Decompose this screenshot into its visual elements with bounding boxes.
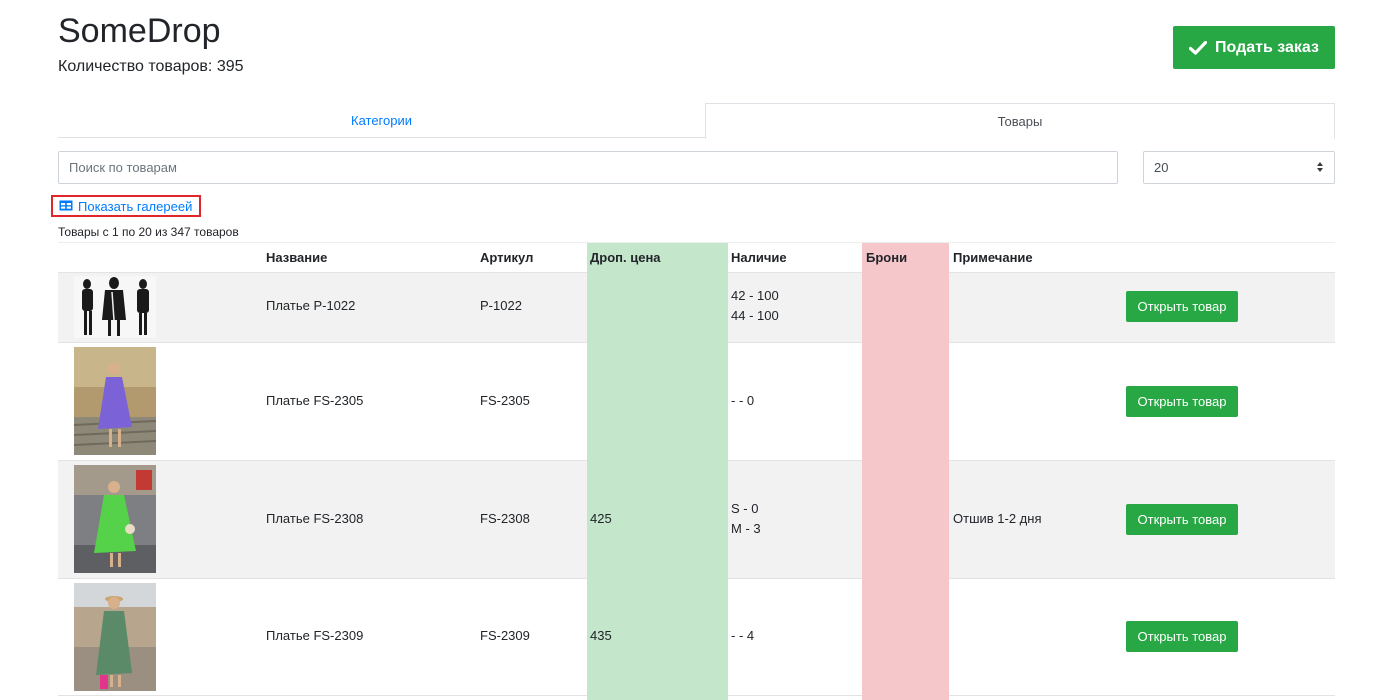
show-gallery-link[interactable]: Показать галереей [51,195,201,217]
product-name: Платье FS-2308 [266,511,364,526]
product-thumbnail[interactable] [74,583,156,691]
select-arrows-icon [1316,161,1324,176]
stock-line: M - 3 [731,521,761,536]
stock-line: - - 0 [731,393,755,408]
open-product-button[interactable]: Открыть товар [1126,386,1238,417]
tab-products[interactable]: Товары [705,103,1335,139]
open-product-button[interactable]: Открыть товар [1126,291,1238,322]
header-price: Дроп. цена [590,250,661,265]
tabs: Категории Товары [58,103,1335,139]
product-sku: FS-2309 [480,628,530,643]
checkmark-icon [1189,40,1208,55]
product-stock: 42 - 100 44 - 100 [731,286,779,326]
reserve-column-highlight [862,242,949,700]
product-thumbnail[interactable] [74,276,156,338]
product-name: Платье FS-2309 [266,628,364,643]
open-product-button[interactable]: Открыть товар [1126,621,1238,652]
product-price: 425 [590,511,612,526]
stock-line: - - 4 [731,628,755,643]
product-price: 435 [590,628,612,643]
stock-line: S - 0 [731,501,759,516]
stock-line: 42 - 100 [731,288,779,303]
product-name: Платье FS-2305 [266,393,364,408]
product-count: Количество товаров: 395 [58,58,244,75]
header-stock: Наличие [731,250,787,265]
show-gallery-label: Показать галереей [78,198,193,214]
product-thumbnail[interactable] [74,465,156,573]
table-header: Название Артикул Дроп. цена Наличие Брон… [58,242,1335,272]
search-input[interactable] [58,151,1118,184]
open-product-button[interactable]: Открыть товар [1126,504,1238,535]
app-title: SomeDrop [58,12,221,50]
product-note: Отшив 1-2 дня [953,511,1042,526]
product-sku: P-1022 [480,298,522,313]
product-stock: S - 0 M - 3 [731,499,761,539]
product-name: Платье P-1022 [266,298,356,313]
per-page-value: 20 [1154,160,1169,175]
product-stock: - - 4 [731,626,754,646]
header-sku: Артикул [480,250,534,265]
submit-order-label: Подать заказ [1215,38,1319,56]
submit-order-button[interactable]: Подать заказ [1173,26,1335,69]
product-thumbnail[interactable] [74,347,156,455]
product-sku: FS-2308 [480,511,530,526]
header-name: Название [266,250,328,265]
per-page-select[interactable]: 20 [1143,151,1335,184]
header-reserve: Брони [866,250,908,265]
range-info: Товары с 1 по 20 из 347 товаров [58,225,239,239]
tab-categories[interactable]: Категории [58,103,705,138]
product-sku: FS-2305 [480,393,530,408]
product-stock: - - 0 [731,391,754,411]
table-grid-icon [59,199,73,214]
stock-line: 44 - 100 [731,308,779,323]
header-note: Примечание [953,250,1033,265]
